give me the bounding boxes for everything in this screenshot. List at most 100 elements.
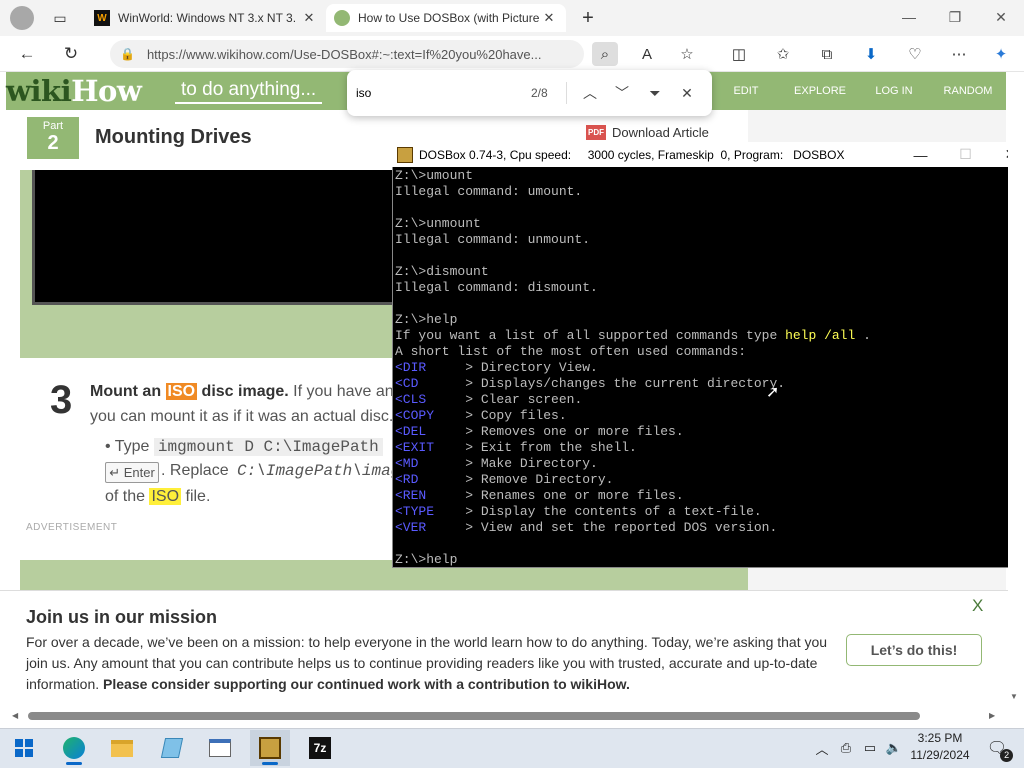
taskbar-7zip[interactable]: 7z <box>300 730 340 766</box>
step-bold-b: disc image. <box>197 383 289 400</box>
dosbox-console[interactable]: Z:\>umount Illegal command: umount. Z:\>un… <box>393 167 1023 567</box>
profile-avatar[interactable] <box>10 6 34 30</box>
find-input[interactable] <box>356 84 516 102</box>
pdf-icon: PDF <box>586 125 606 140</box>
bullet-type: Type <box>114 438 154 455</box>
favorites-icon[interactable]: ✩ <box>770 42 796 66</box>
command-name: <RD <box>395 472 419 487</box>
find-close-icon[interactable]: ✕ <box>674 80 700 106</box>
nav-random[interactable]: RANDOM <box>938 72 998 110</box>
dosbox-maximize-button[interactable]: ☐ <box>943 142 988 167</box>
new-tab-button[interactable]: + <box>576 6 600 30</box>
split-screen-icon[interactable]: ◫ <box>726 42 752 66</box>
console-line: <CD > Displays/changes the current direc… <box>393 376 1023 392</box>
performance-icon[interactable]: ♡ <box>902 42 928 66</box>
console-text: > Clear screen. <box>426 392 583 407</box>
download-label: Download Article <box>612 125 709 140</box>
console-text: Z:\>help <box>395 312 458 327</box>
tab-close-icon[interactable]: ✕ <box>300 10 318 26</box>
find-next-icon[interactable]: ﹀ <box>609 80 635 106</box>
tab-close-icon[interactable]: ✕ <box>540 10 558 26</box>
vertical-scrollbar[interactable] <box>1008 110 1024 710</box>
find-filter-icon[interactable]: ⏷ <box>642 80 668 106</box>
read-aloud-icon[interactable]: A <box>634 42 660 66</box>
console-text: Illegal command: umount. <box>395 184 583 199</box>
windows-logo-icon <box>15 739 33 757</box>
favorite-star-icon[interactable]: ☆ <box>674 42 700 66</box>
command-code: imgmount D C:\ImagePath <box>153 438 383 456</box>
downloads-icon[interactable]: ⬇ <box>858 42 884 66</box>
replace-line: . Replace C:\ImagePath\image <box>161 462 414 480</box>
step-rest: If you have an <box>288 383 394 400</box>
taskbar-file-explorer[interactable] <box>102 730 142 766</box>
tab-how-to-use-dosbox[interactable]: How to Use DOSBox (with Picture ✕ <box>326 4 566 32</box>
restore-button[interactable]: ❐ <box>932 0 978 34</box>
tab-actions-icon[interactable]: ▭ <box>50 8 70 28</box>
back-button[interactable]: ← <box>12 40 42 68</box>
tray-device-icon[interactable]: ⎙ <box>836 736 856 760</box>
iso-file-line: of the ISO file. <box>105 488 210 506</box>
taskbar-edge[interactable] <box>54 730 94 766</box>
console-text: > Make Directory. <box>418 456 598 471</box>
console-text: > Exit from the shell. <box>434 440 637 455</box>
scroll-right-arrow-icon[interactable]: ▶ <box>989 711 995 720</box>
horizontal-scroll-thumb[interactable] <box>28 712 920 720</box>
logo-how: How <box>71 74 142 108</box>
taskbar-dosbox[interactable] <box>250 730 290 766</box>
tray-overflow-icon[interactable]: ︿ <box>812 736 832 760</box>
collections-icon[interactable]: ⧉ <box>814 42 840 66</box>
nav-edit[interactable]: EDIT <box>720 72 772 110</box>
console-line: <RD > Remove Directory. <box>393 472 1023 488</box>
console-text: . <box>855 328 871 343</box>
find-divider <box>566 82 567 104</box>
banner-close-button[interactable]: X <box>972 596 983 616</box>
lets-do-this-button[interactable]: Let’s do this! <box>846 634 982 666</box>
step-image[interactable] <box>32 170 395 305</box>
tab-winworld[interactable]: W WinWorld: Windows NT 3.x NT 3. ✕ <box>86 4 326 32</box>
more-menu-icon[interactable]: ⋯ <box>946 42 972 66</box>
step-bold-a: Mount an <box>90 383 166 400</box>
download-article-link[interactable]: PDF Download Article <box>586 125 709 140</box>
console-text: Z:\>help <box>395 552 458 567</box>
console-line: <VER > View and set the reported DOS ver… <box>393 520 1023 536</box>
copilot-icon[interactable]: ✦ <box>988 42 1014 66</box>
tab-title: WinWorld: Windows NT 3.x NT 3. <box>118 11 297 25</box>
list-window-icon <box>209 739 231 757</box>
notifications-button[interactable]: 🗨 2 <box>984 736 1014 762</box>
volume-muted-icon[interactable]: 🔈 <box>884 736 904 760</box>
command-name: <TYPE <box>395 504 435 519</box>
find-previous-icon[interactable]: ︿ <box>577 80 603 106</box>
lock-icon[interactable]: 🔒 <box>120 47 135 61</box>
close-window-button[interactable]: ✕ <box>978 0 1024 34</box>
dosbox-minimize-button[interactable]: — <box>898 142 943 167</box>
find-on-page-icon[interactable]: ⌕ <box>592 42 618 66</box>
taskbar-notepad[interactable] <box>152 730 192 766</box>
nav-log-in[interactable]: LOG IN <box>868 72 920 110</box>
network-icon[interactable]: ▭ <box>860 736 880 760</box>
banner-text: For over a decade, we’ve been on a missi… <box>26 632 836 695</box>
scroll-down-arrow-icon[interactable]: ▼ <box>1010 692 1018 701</box>
console-text: If you want a list of all supported comm… <box>395 328 786 343</box>
system-clock[interactable]: 3:25 PM 11/29/2024 <box>905 730 975 764</box>
search-box[interactable]: to do anything... <box>175 76 323 104</box>
minimize-button[interactable]: — <box>886 0 932 34</box>
console-line: <DIR > Directory View. <box>393 360 1023 376</box>
part-number: 2 <box>47 132 59 154</box>
console-line: <MD > Make Directory. <box>393 456 1023 472</box>
wikihow-favicon-icon <box>334 10 350 26</box>
nav-explore[interactable]: EXPLORE <box>790 72 850 110</box>
url-text: https://www.wikihow.com/Use-DOSBox#:~:te… <box>146 46 542 62</box>
part-badge: Part 2 <box>27 117 79 159</box>
scroll-left-arrow-icon[interactable]: ◀ <box>12 711 18 720</box>
start-button[interactable] <box>4 730 44 766</box>
refresh-button[interactable]: ↻ <box>56 40 86 68</box>
enter-key: ↵ Enter <box>105 462 159 483</box>
console-text: Z:\>unmount <box>395 216 481 231</box>
taskbar-list-app[interactable] <box>200 730 240 766</box>
console-line: Z:\>help <box>393 312 1023 328</box>
wikihow-logo[interactable]: wiki How <box>6 72 142 110</box>
console-line: If you want a list of all supported comm… <box>393 328 1023 344</box>
address-bar[interactable]: 🔒 https://www.wikihow.com/Use-DOSBox#:~:… <box>110 40 584 68</box>
step-number: 3 <box>50 378 73 422</box>
